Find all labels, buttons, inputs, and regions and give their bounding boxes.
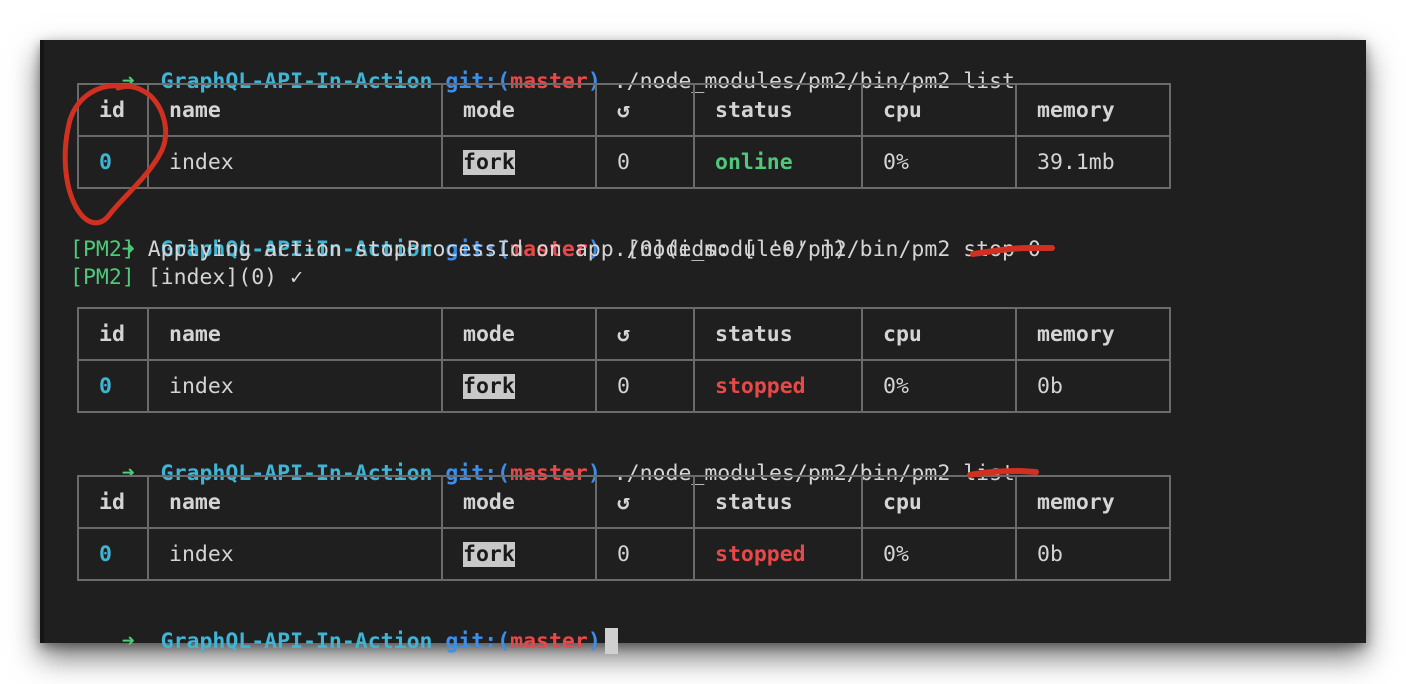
header-mode: mode <box>441 83 597 137</box>
cell-cpu: 0% <box>861 135 1017 189</box>
header-id: id <box>77 475 149 529</box>
git-prefix: git:( <box>445 629 511 654</box>
cell-restarts: 0 <box>595 359 695 413</box>
pm2-tag: [PM2] <box>70 237 135 262</box>
prompt-line: ➜ GraphQL-API-In-Action git:(master) ./n… <box>70 432 1015 486</box>
cell-status: stopped <box>693 527 863 581</box>
process-table: id name mode ↺ status cpu memory 0 index… <box>77 475 1171 581</box>
header-status: status <box>693 475 863 529</box>
cell-id: 0 <box>77 359 149 413</box>
header-memory: memory <box>1015 83 1171 137</box>
cell-id: 0 <box>77 527 149 581</box>
cell-mode: fork <box>441 359 597 413</box>
prompt-line: ➜ GraphQL-API-In-Action git:(master) ./n… <box>70 208 1041 262</box>
status-badge: stopped <box>715 541 806 567</box>
restart-icon: ↺ <box>595 307 695 361</box>
status-badge: stopped <box>715 373 806 399</box>
cell-memory: 0b <box>1015 527 1171 581</box>
prompt-line[interactable]: ➜ GraphQL-API-In-Action git:(master) <box>70 600 618 654</box>
cell-memory: 39.1mb <box>1015 135 1171 189</box>
header-status: status <box>693 83 863 137</box>
cell-cpu: 0% <box>861 359 1017 413</box>
cell-id: 0 <box>77 135 149 189</box>
pm2-message: [index](0) ✓ <box>147 265 304 290</box>
cell-status: stopped <box>693 359 863 413</box>
table-header-row: id name mode ↺ status cpu memory <box>77 475 1171 529</box>
cell-name: index <box>147 135 443 189</box>
pm2-tag: [PM2] <box>70 265 135 290</box>
cell-name: index <box>147 359 443 413</box>
table-header-row: id name mode ↺ status cpu memory <box>77 307 1171 361</box>
cell-mode: fork <box>441 527 597 581</box>
status-badge: online <box>715 149 793 175</box>
header-status: status <box>693 307 863 361</box>
restart-icon: ↺ <box>595 83 695 137</box>
header-name: name <box>147 83 443 137</box>
prompt-directory: GraphQL-API-In-Action <box>160 629 433 654</box>
pm2-message: Applying action stopProcessId on app [0]… <box>147 237 847 262</box>
header-name: name <box>147 307 443 361</box>
header-cpu: cpu <box>861 83 1017 137</box>
table-row: 0 index fork 0 stopped 0% 0b <box>77 359 1171 413</box>
cell-cpu: 0% <box>861 527 1017 581</box>
process-table: id name mode ↺ status cpu memory 0 index… <box>77 307 1171 413</box>
header-memory: memory <box>1015 475 1171 529</box>
cell-name: index <box>147 527 443 581</box>
header-id: id <box>77 307 149 361</box>
header-cpu: cpu <box>861 475 1017 529</box>
table-row: 0 index fork 0 online 0% 39.1mb <box>77 135 1171 189</box>
header-mode: mode <box>441 475 597 529</box>
header-name: name <box>147 475 443 529</box>
cell-status: online <box>693 135 863 189</box>
pm2-output-line: [PM2] [index](0) ✓ <box>70 264 303 292</box>
cell-mode: fork <box>441 135 597 189</box>
terminal-window[interactable]: ➜ GraphQL-API-In-Action git:(master) ./n… <box>40 40 1366 654</box>
cell-restarts: 0 <box>595 135 695 189</box>
git-branch: master <box>510 629 588 654</box>
header-memory: memory <box>1015 307 1171 361</box>
text-cursor[interactable] <box>604 628 618 654</box>
process-table: id name mode ↺ status cpu memory 0 index… <box>77 83 1171 189</box>
cell-restarts: 0 <box>595 527 695 581</box>
pm2-output-line: [PM2] Applying action stopProcessId on a… <box>70 236 847 264</box>
git-suffix: ) <box>587 629 601 654</box>
restart-icon: ↺ <box>595 475 695 529</box>
cell-memory: 0b <box>1015 359 1171 413</box>
header-mode: mode <box>441 307 597 361</box>
prompt-arrow-icon: ➜ <box>121 629 135 654</box>
header-cpu: cpu <box>861 307 1017 361</box>
table-header-row: id name mode ↺ status cpu memory <box>77 83 1171 137</box>
header-id: id <box>77 83 149 137</box>
table-row: 0 index fork 0 stopped 0% 0b <box>77 527 1171 581</box>
prompt-line: ➜ GraphQL-API-In-Action git:(master) ./n… <box>70 40 1015 94</box>
